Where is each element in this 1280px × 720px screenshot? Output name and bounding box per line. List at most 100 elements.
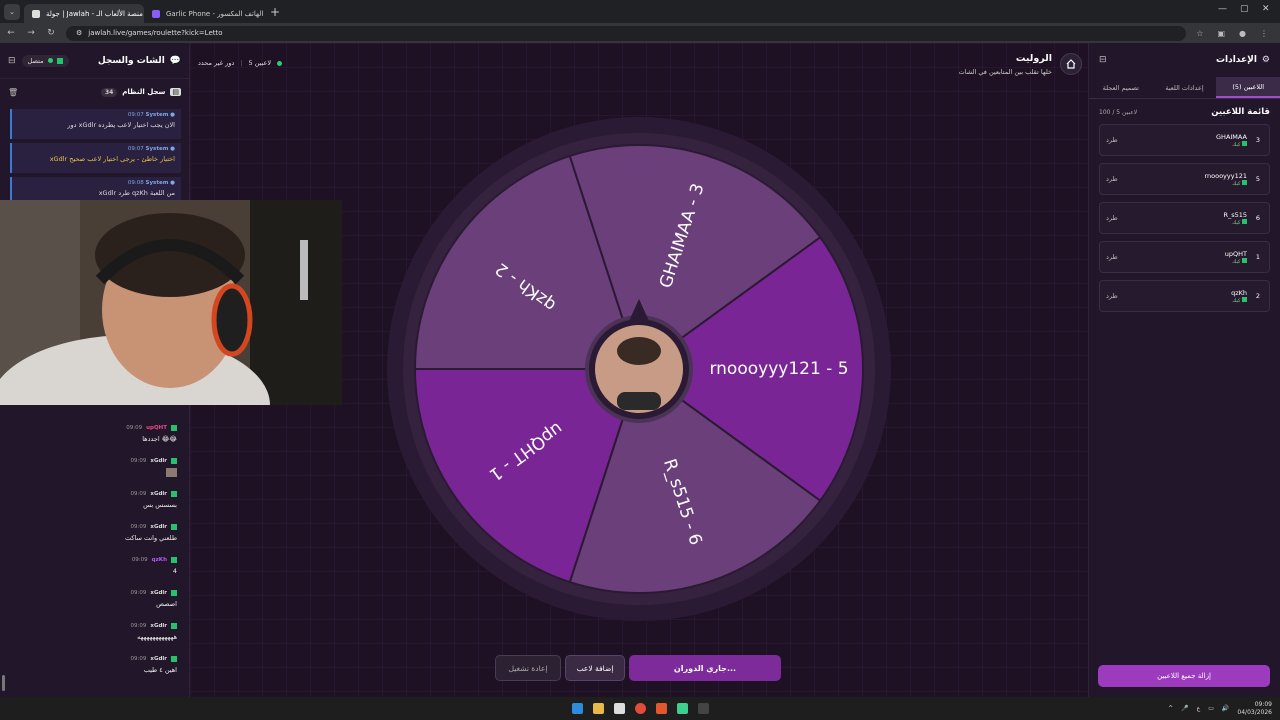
collapse-panel-icon[interactable]: ⊟ — [8, 56, 16, 66]
system-log-header: 🗑 34 سجل النظام ▤ — [0, 79, 189, 105]
game-title-block: الروليت خلها تقلب بين المتابعين في الشات — [959, 53, 1052, 76]
emote-image — [166, 468, 177, 477]
profile-avatar[interactable]: ● — [1239, 29, 1246, 38]
add-player-button[interactable]: إضافة لاعب — [565, 655, 625, 681]
clock[interactable]: 09:09 04/03/2026 — [1237, 701, 1272, 717]
avatar-headphones — [617, 392, 661, 410]
chrome-icon[interactable] — [634, 703, 646, 714]
forward-icon[interactable]: → — [26, 28, 36, 38]
browser-tab-bar: ⌄ جولة | Jawlah - منصة الألعاب الـ ✕ Gar… — [0, 0, 1280, 23]
tab-players[interactable]: اللاعبين (5) — [1216, 77, 1280, 98]
settings-panel: ⊟ الإعدادات ⚙ تصميم العجلة إعدادات اللعب… — [1088, 43, 1280, 697]
url-text: jawlah.live/games/roulette?kick=Letto — [88, 29, 223, 37]
player-name: GHAIMAA — [1216, 132, 1247, 141]
connection-badge: متصل — [21, 54, 69, 67]
live-dot-icon — [277, 60, 283, 66]
reload-icon[interactable]: ↻ — [46, 28, 56, 38]
log-icon: ▤ — [170, 88, 181, 96]
kick-button[interactable]: طرد — [1106, 253, 1118, 261]
browser-tab-jawlah[interactable]: جولة | Jawlah - منصة الألعاب الـ ✕ — [24, 4, 144, 23]
url-input[interactable]: ⚙ jawlah.live/games/roulette?kick=Letto — [66, 25, 1187, 41]
player-name: upQHT — [1224, 249, 1247, 258]
system-log-count: 34 — [100, 87, 118, 97]
chat-scrollbar[interactable] — [2, 675, 5, 691]
minimize-button[interactable]: — — [1218, 4, 1227, 14]
kick-icon — [1242, 179, 1247, 185]
taskbar: ^ 🎤 ع ▭ 🔊 09:09 04/03/2026 — [0, 697, 1280, 720]
kick-icon — [1242, 140, 1247, 146]
kick-icon — [56, 57, 63, 64]
gear-icon: ⚙ — [1261, 55, 1270, 65]
page-title: الروليت — [1015, 53, 1052, 64]
network-icon[interactable]: ▭ — [1208, 705, 1214, 712]
tab-search-button[interactable]: ⌄ — [4, 3, 20, 20]
system-tray: ^ 🎤 ع ▭ 🔊 09:09 04/03/2026 — [1168, 697, 1272, 720]
start-icon[interactable] — [571, 703, 583, 714]
tab-favicon-icon — [152, 9, 160, 18]
maximize-button[interactable]: ▢ — [1240, 4, 1249, 14]
online-dot-icon — [47, 58, 53, 63]
file-explorer-icon[interactable] — [592, 703, 604, 714]
player-card: طرد upQHT كيك 1 — [1099, 241, 1270, 273]
site-info-icon[interactable]: ⚙ — [76, 29, 82, 37]
home-button[interactable] — [1060, 53, 1082, 75]
collapse-panel-icon[interactable]: ⊟ — [1099, 55, 1107, 65]
kick-icon — [1242, 257, 1247, 263]
roulette-wheel[interactable]: qzKh - 2 GHAIMAA - 3rnoooyyy121 - 5R_s515… — [387, 117, 891, 621]
window-close-button[interactable]: ✕ — [1262, 4, 1270, 14]
chat-message: 09:09 xGdlr بسسس بس — [130, 491, 177, 509]
player-number: 5 — [1255, 175, 1261, 183]
remove-all-players-button[interactable]: إزالة جميع اللاعبين — [1098, 665, 1270, 687]
round-label: دور غير محدد — [198, 59, 235, 67]
microphone-icon[interactable]: 🎤 — [1181, 705, 1188, 712]
app-icon[interactable] — [676, 703, 688, 714]
chat-message: 09:09 xGdlr ههههههههههههه — [130, 623, 177, 641]
restart-button[interactable]: إعادة تشغيل — [495, 655, 561, 681]
browser-tab-garlic[interactable]: Garlic Phone - الهاتف المكسور ✕ — [144, 4, 264, 23]
extensions-icon[interactable]: ▣ — [1217, 29, 1225, 38]
platform-label: كيك — [1232, 258, 1241, 265]
language-indicator[interactable]: ع — [1197, 705, 1201, 712]
tab-favicon-icon — [32, 9, 40, 18]
spin-button[interactable]: جاري الدوران... — [629, 655, 781, 681]
platform-label: كيك — [1232, 141, 1241, 148]
kick-button[interactable]: طرد — [1106, 214, 1118, 222]
chat-message: 09:09 upQHT اجددها 😂😂 — [126, 425, 177, 443]
trash-icon[interactable]: 🗑 — [8, 88, 18, 97]
clock-time: 09:09 — [1254, 700, 1272, 708]
tab-wheel-design[interactable]: تصميم العجلة — [1089, 77, 1153, 98]
chat-message: 09:09 xGdlr طلعني وانت ساكت — [124, 524, 177, 542]
tab-label: جولة | Jawlah - منصة الألعاب الـ — [46, 9, 143, 18]
settings-header: ⊟ الإعدادات ⚙ — [1089, 43, 1280, 77]
player-number: 6 — [1255, 214, 1261, 222]
chat-bubble-icon: 💬 — [169, 55, 181, 66]
kick-icon — [1242, 218, 1247, 224]
avatar-hair — [617, 337, 661, 365]
tab-game-settings[interactable]: إعدادات اللعبة — [1153, 77, 1217, 98]
system-log-title: سجل النظام — [122, 88, 166, 96]
bookmark-star-icon[interactable]: ☆ — [1196, 29, 1203, 38]
player-card: طرد R_s515 كيك 6 — [1099, 202, 1270, 234]
player-name: qzKh — [1231, 288, 1247, 297]
settings-tabs: تصميم العجلة إعدادات اللعبة اللاعبين (5) — [1089, 77, 1280, 99]
kick-button[interactable]: طرد — [1106, 175, 1118, 183]
home-icon — [1066, 59, 1076, 69]
chevron-up-icon[interactable]: ^ — [1168, 705, 1173, 712]
app-icon[interactable] — [697, 703, 709, 714]
app-icon[interactable] — [613, 703, 625, 714]
webcam-image — [0, 200, 342, 405]
platform-label: كيك — [1232, 219, 1241, 226]
players-list-header: 100 / 5 لاعبين قائمة اللاعبين — [1089, 99, 1280, 117]
kick-button[interactable]: طرد — [1106, 292, 1118, 300]
kick-button[interactable]: طرد — [1106, 136, 1118, 144]
brave-icon[interactable] — [655, 703, 667, 714]
new-tab-button[interactable]: + — [270, 5, 280, 19]
player-card: طرد GHAIMAA كيك 3 — [1099, 124, 1270, 156]
chat-title: الشات والسجل — [97, 55, 165, 66]
player-number: 2 — [1255, 292, 1261, 300]
game-controls: إعادة تشغيل إضافة لاعب جاري الدوران... — [495, 655, 781, 681]
volume-icon[interactable]: 🔊 — [1222, 705, 1229, 712]
back-icon[interactable]: ← — [6, 28, 16, 38]
kick-icon — [1242, 296, 1247, 302]
menu-icon[interactable]: ⋮ — [1260, 29, 1268, 38]
